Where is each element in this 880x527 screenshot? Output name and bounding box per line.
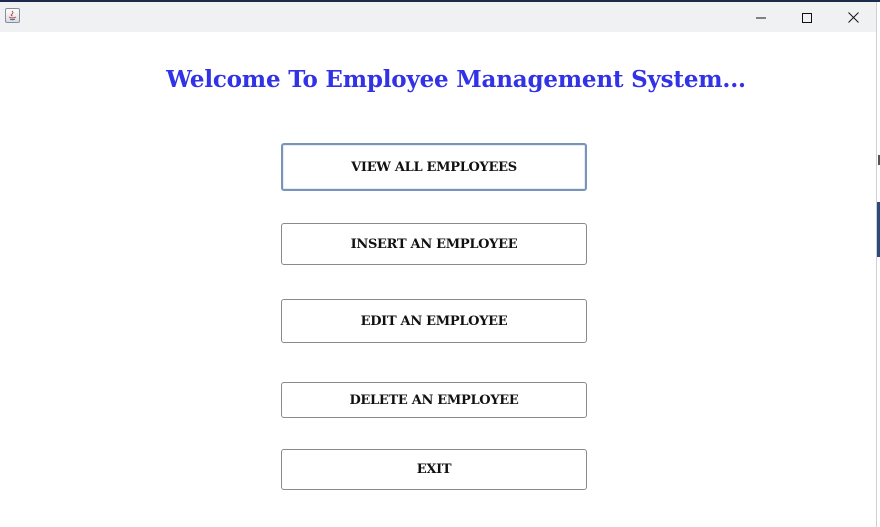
minimize-icon: [756, 8, 766, 27]
welcome-heading: Welcome To Employee Management System...: [166, 66, 746, 93]
close-button[interactable]: [830, 2, 876, 32]
insert-employee-button[interactable]: INSERT AN EMPLOYEE: [281, 223, 587, 265]
maximize-button[interactable]: [784, 2, 830, 32]
main-panel: Welcome To Employee Management System...…: [0, 32, 876, 527]
delete-employee-button[interactable]: DELETE AN EMPLOYEE: [281, 382, 587, 418]
close-icon: [847, 8, 859, 27]
java-icon[interactable]: [5, 8, 20, 23]
maximize-icon: [802, 8, 812, 27]
exit-button[interactable]: EXIT: [281, 449, 587, 490]
view-all-employees-button[interactable]: VIEW ALL EMPLOYEES: [281, 143, 587, 191]
edit-employee-button[interactable]: EDIT AN EMPLOYEE: [281, 299, 587, 343]
minimize-button[interactable]: [738, 2, 784, 32]
app-window: Welcome To Employee Management System...…: [0, 2, 876, 527]
title-bar[interactable]: [0, 2, 876, 32]
